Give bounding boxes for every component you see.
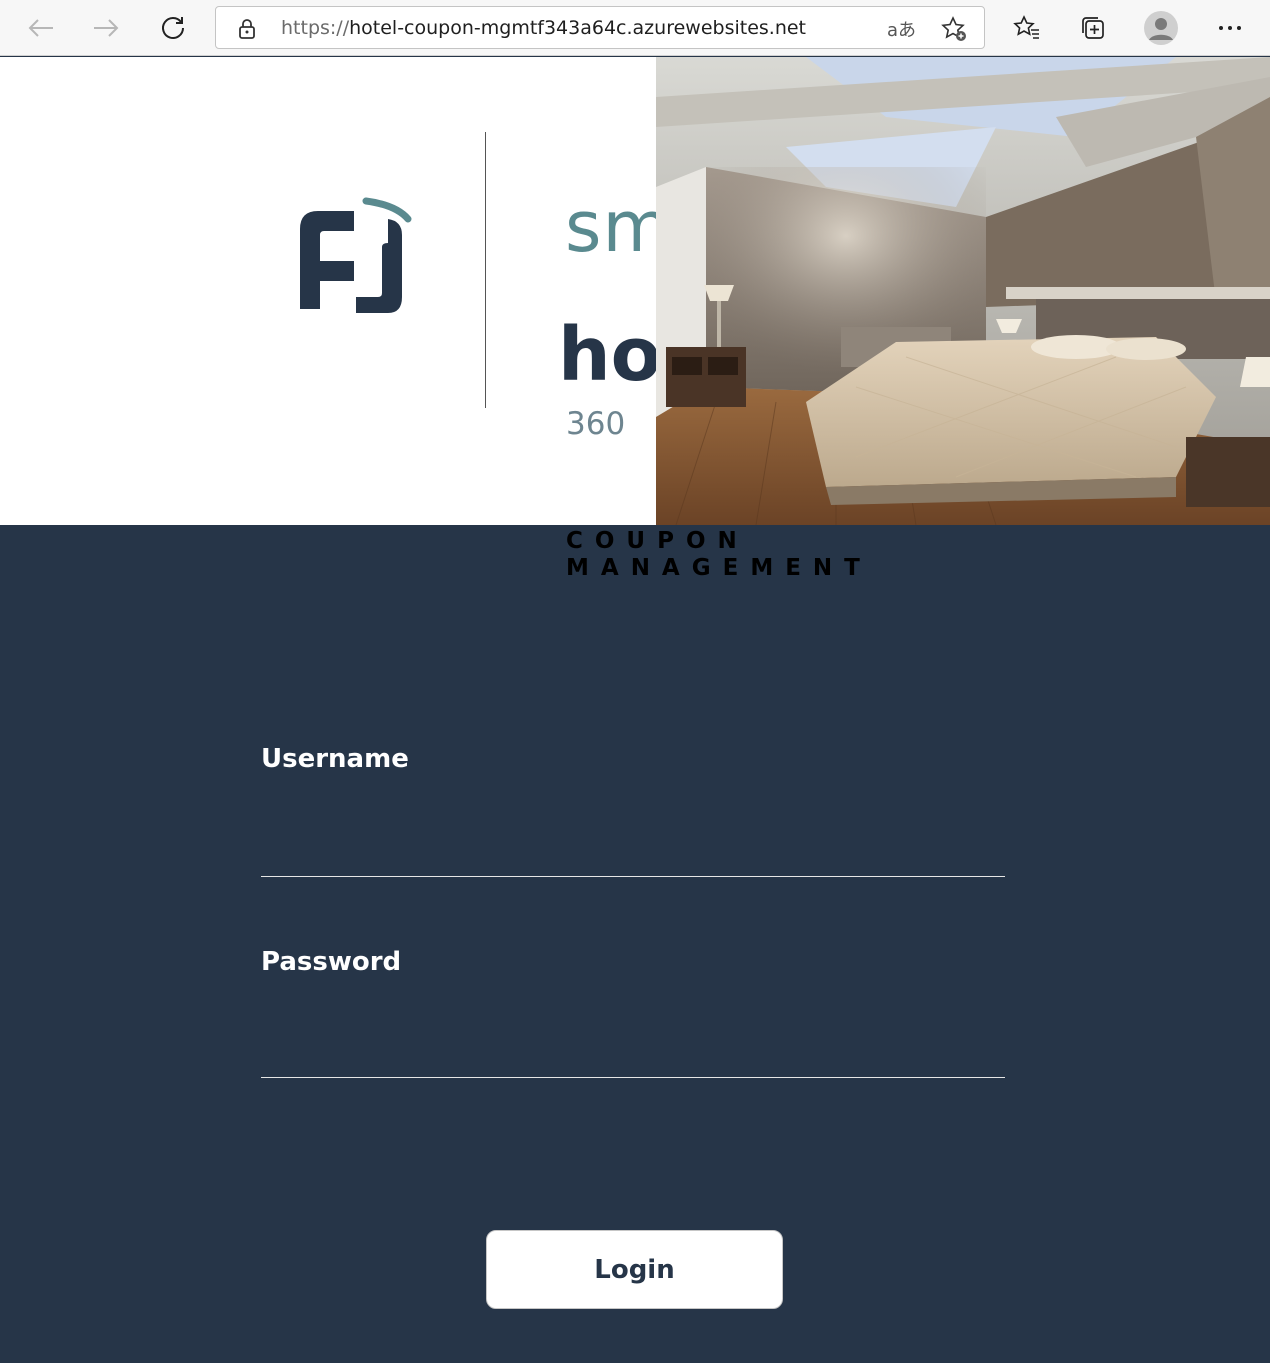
- brand-tagline: COUPON MANAGEMENT: [566, 528, 872, 582]
- brand-header: sm ho 360: [0, 57, 1270, 525]
- lock-icon[interactable]: [238, 18, 256, 44]
- username-label: Username: [261, 744, 409, 774]
- brand-divider: [485, 132, 486, 408]
- tagline-line-2: MANAGEMENT: [566, 555, 872, 581]
- profile-icon[interactable]: [1141, 8, 1181, 48]
- forward-arrow-icon[interactable]: [86, 8, 126, 48]
- url-text[interactable]: https://hotel-coupon-mgmtf343a64c.azurew…: [281, 17, 806, 39]
- brand-wordmark-number: 360: [566, 406, 626, 442]
- brand-wordmark-main: ho: [558, 312, 662, 398]
- address-bar[interactable]: https://hotel-coupon-mgmtf343a64c.azurew…: [215, 6, 985, 49]
- password-input[interactable]: [261, 1030, 1005, 1078]
- refresh-icon[interactable]: [153, 8, 193, 48]
- tagline-line-1: COUPON: [566, 528, 749, 554]
- translate-icon[interactable]: aあ: [887, 16, 916, 42]
- collections-icon[interactable]: [1073, 8, 1113, 48]
- favorites-icon[interactable]: [1007, 8, 1047, 48]
- more-icon[interactable]: [1210, 8, 1250, 48]
- password-label: Password: [261, 947, 402, 977]
- add-favorite-icon[interactable]: [940, 15, 968, 47]
- brand-logo: [300, 197, 412, 313]
- browser-toolbar: https://hotel-coupon-mgmtf343a64c.azurew…: [0, 0, 1270, 56]
- back-arrow-icon[interactable]: [21, 8, 61, 48]
- username-input[interactable]: [261, 829, 1005, 877]
- login-button[interactable]: Login: [486, 1230, 783, 1309]
- hotel-room-photo: [656, 57, 1270, 525]
